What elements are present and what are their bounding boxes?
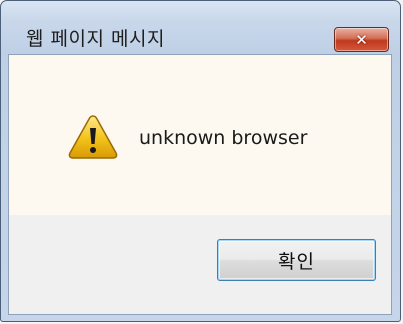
dialog-title: 웹 페이지 메시지 bbox=[26, 28, 165, 50]
ok-button-label: 확인 bbox=[278, 250, 315, 273]
close-icon: ✕ bbox=[355, 30, 368, 49]
warning-icon bbox=[68, 115, 118, 159]
message-text: unknown browser bbox=[139, 127, 308, 149]
dialog-body: unknown browser 확인 bbox=[8, 54, 392, 315]
close-button[interactable]: ✕ bbox=[334, 27, 389, 52]
titlebar[interactable]: 웹 페이지 메시지 ✕ bbox=[1, 1, 400, 54]
ok-button[interactable]: 확인 bbox=[217, 239, 376, 281]
message-area: unknown browser bbox=[9, 55, 391, 215]
message-dialog: 웹 페이지 메시지 ✕ unknown browser 확인 bbox=[0, 0, 401, 322]
